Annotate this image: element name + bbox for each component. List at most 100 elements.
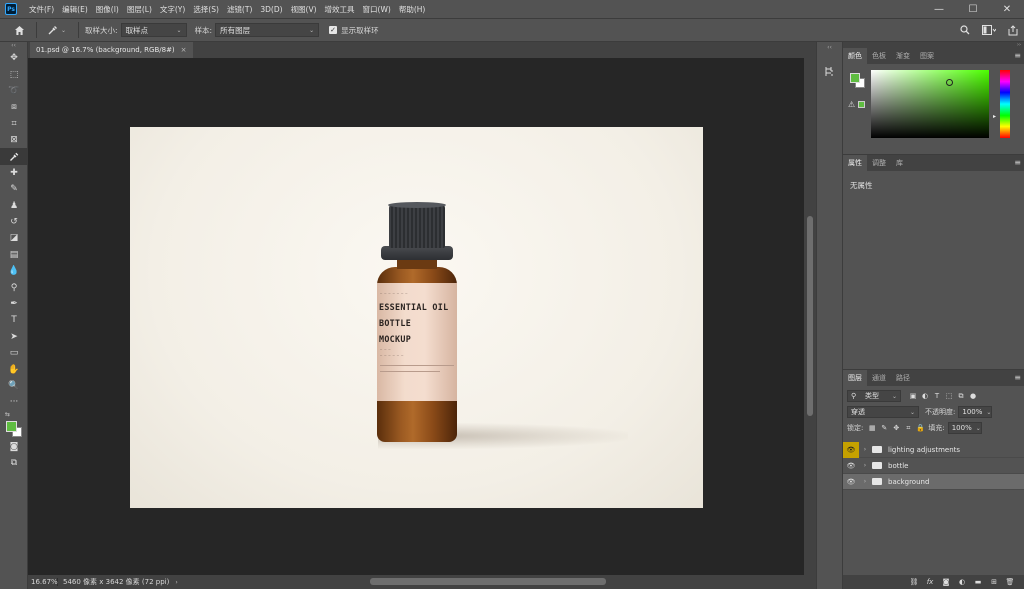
brush-tool-icon[interactable]: ✎ <box>0 181 28 197</box>
menu-select[interactable]: 选择(S) <box>189 4 223 15</box>
frame-tool-icon[interactable]: ⊠ <box>0 132 28 148</box>
adjustment-icon[interactable]: ◐ <box>957 578 967 586</box>
lock-pixels-icon[interactable]: ✎ <box>878 422 890 434</box>
eraser-tool-icon[interactable]: ◪ <box>0 230 28 246</box>
color-picker-cursor[interactable] <box>946 79 953 86</box>
tab-channels[interactable]: 通道 <box>867 370 891 386</box>
filter-shape-icon[interactable]: ⬚ <box>943 390 955 402</box>
layer-row-bottle[interactable]: 👁 › bottle <box>843 458 1024 474</box>
eyedropper-tool-icon[interactable] <box>0 148 28 165</box>
opacity-input[interactable]: 100% ⌄ <box>958 406 993 418</box>
expand-chevron-icon[interactable]: › <box>861 478 869 485</box>
rectangle-tool-icon[interactable]: ▭ <box>0 345 28 361</box>
object-select-tool-icon[interactable]: ⧈ <box>0 99 28 115</box>
tab-properties[interactable]: 属性 <box>843 155 867 171</box>
visibility-eye-icon[interactable]: 👁 <box>843 441 859 458</box>
close-window-button[interactable]: ✕ <box>990 0 1024 18</box>
layer-filter-select[interactable]: ⚲ 类型 ⌄ <box>847 390 901 402</box>
panel-grip-icon[interactable]: ‹‹ <box>817 44 842 51</box>
tab-color[interactable]: 颜色 <box>843 48 867 64</box>
healing-brush-tool-icon[interactable]: ✚ <box>0 165 28 181</box>
visibility-eye-icon[interactable]: 👁 <box>843 474 859 490</box>
menu-window[interactable]: 窗口(W) <box>359 4 395 15</box>
canvas-area[interactable]: — — — — — — — ESSENTIAL OIL BOTTLE MOCKU… <box>28 58 804 575</box>
filter-pixel-icon[interactable]: ▣ <box>907 390 919 402</box>
lock-artboard-icon[interactable]: ⌗ <box>902 422 914 434</box>
fx-icon[interactable]: fx <box>925 578 935 586</box>
tab-swatches[interactable]: 色板 <box>867 48 891 64</box>
type-tool-icon[interactable]: T <box>0 312 28 328</box>
menu-image[interactable]: 图像(I) <box>92 4 123 15</box>
tab-paths[interactable]: 路径 <box>891 370 915 386</box>
screen-mode-icon[interactable]: ⧉ <box>0 455 28 471</box>
menu-help[interactable]: 帮助(H) <box>395 4 430 15</box>
blur-tool-icon[interactable]: 💧 <box>0 263 28 279</box>
gamut-warning-icon[interactable]: ⚠ <box>848 100 855 109</box>
history-brush-tool-icon[interactable]: ↺ <box>0 214 28 230</box>
document-canvas[interactable]: — — — — — — — ESSENTIAL OIL BOTTLE MOCKU… <box>130 127 703 508</box>
tab-layers[interactable]: 图层 <box>843 370 867 386</box>
group-icon[interactable]: ▬ <box>973 578 983 586</box>
minimize-button[interactable]: — <box>922 0 956 18</box>
filter-adjustment-icon[interactable]: ◐ <box>919 390 931 402</box>
lock-all-icon[interactable]: 🔒 <box>914 422 926 434</box>
home-icon[interactable] <box>8 19 30 41</box>
lasso-tool-icon[interactable]: ➰ <box>0 83 28 99</box>
panel-grip-icon[interactable]: ‹‹ <box>0 42 27 50</box>
tab-patterns[interactable]: 图案 <box>915 48 939 64</box>
status-menu-chevron-icon[interactable]: › <box>175 579 177 586</box>
show-ring-checkbox[interactable]: ✓ <box>329 26 338 34</box>
maximize-button[interactable]: ☐ <box>956 0 990 18</box>
move-tool-icon[interactable]: ✥ <box>0 50 28 66</box>
gamut-swatch[interactable] <box>858 101 865 108</box>
tab-gradients[interactable]: 渐变 <box>891 48 915 64</box>
gradient-tool-icon[interactable]: ▤ <box>0 247 28 263</box>
vertical-scrollbar[interactable] <box>804 58 816 575</box>
menu-filter[interactable]: 滤镜(T) <box>223 4 256 15</box>
close-tab-icon[interactable]: × <box>181 46 187 54</box>
eyedropper-icon[interactable] <box>43 19 61 41</box>
marquee-tool-icon[interactable]: ⬚ <box>0 66 28 82</box>
filter-type-icon[interactable]: T <box>931 390 943 402</box>
menu-file[interactable]: 文件(F) <box>25 4 58 15</box>
filter-toggle-icon[interactable]: ● <box>967 390 979 402</box>
search-icon[interactable] <box>954 19 976 41</box>
layer-row-background[interactable]: 👁 › background <box>843 474 1024 490</box>
layer-row-lighting-adjustments[interactable]: 👁 › lighting adjustments <box>843 441 1024 458</box>
lock-position-icon[interactable]: ✥ <box>890 422 902 434</box>
zoom-level[interactable]: 16.67% <box>28 578 58 586</box>
zoom-tool-icon[interactable]: 🔍 <box>0 378 28 394</box>
document-tab[interactable]: 01.psd @ 16.7% (background, RGB/8#) × <box>30 42 193 58</box>
more-tools-icon[interactable]: ··· <box>0 394 28 410</box>
expand-chevron-icon[interactable]: › <box>861 446 869 453</box>
quick-mask-icon[interactable]: ◙ <box>0 439 28 455</box>
menu-layer[interactable]: 图层(L) <box>123 4 156 15</box>
menu-3d[interactable]: 3D(D) <box>256 5 286 14</box>
blend-mode-select[interactable]: 穿透 ⌄ <box>847 406 919 418</box>
menu-plugins[interactable]: 增效工具 <box>321 4 359 15</box>
pen-tool-icon[interactable]: ✒ <box>0 296 28 312</box>
panel-menu-icon[interactable]: ≡ <box>1014 51 1021 60</box>
share-icon[interactable] <box>1002 19 1024 41</box>
horizontal-scroll-thumb[interactable] <box>370 578 606 585</box>
dodge-tool-icon[interactable]: ⚲ <box>0 279 28 295</box>
history-panel-icon[interactable] <box>822 63 838 79</box>
sample-size-select[interactable]: 取样点 ⌄ <box>120 23 187 37</box>
expand-chevron-icon[interactable]: › <box>861 462 869 469</box>
lock-transparent-icon[interactable]: ▦ <box>866 422 878 434</box>
filter-smart-object-icon[interactable]: ⧉ <box>955 390 967 402</box>
link-icon[interactable]: ⛓ <box>909 578 919 586</box>
crop-tool-icon[interactable]: ⌗ <box>0 116 28 132</box>
trash-icon[interactable]: 🗑 <box>1005 578 1015 586</box>
stamp-tool-icon[interactable]: ♟ <box>0 198 28 214</box>
hand-tool-icon[interactable]: ✋ <box>0 361 28 377</box>
fill-input[interactable]: 100% ⌄ <box>947 422 982 434</box>
hue-slider[interactable] <box>1000 70 1010 138</box>
swap-colors-icon[interactable]: ⇆ <box>5 411 10 418</box>
workspace-icon[interactable] <box>976 19 1002 41</box>
path-select-tool-icon[interactable]: ➤ <box>0 329 28 345</box>
mask-icon[interactable]: ◙ <box>941 578 951 586</box>
sample-select[interactable]: 所有图层 ⌄ <box>215 23 320 37</box>
color-picker-field[interactable] <box>871 70 989 138</box>
tab-adjustments[interactable]: 调整 <box>867 155 891 171</box>
